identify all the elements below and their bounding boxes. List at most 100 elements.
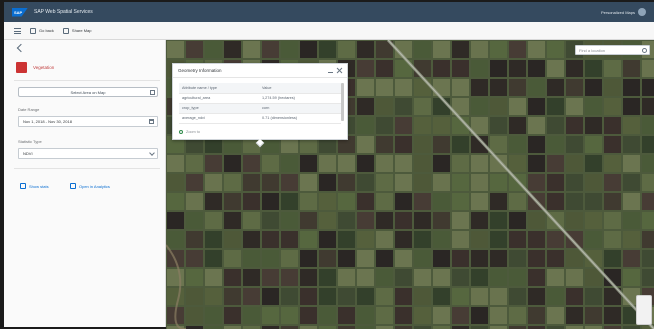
field-parcel [167,193,184,210]
field-parcel [243,231,260,248]
map-controls[interactable] [636,295,652,325]
field-parcel [433,117,450,134]
field-parcel [395,231,412,248]
zoom-to-link[interactable]: Zoom to [179,130,200,134]
field-parcel [357,41,374,58]
statistic-type-select[interactable]: NDVI [18,148,158,159]
field-parcel [224,307,241,324]
go-back-button[interactable]: Go back [30,27,54,34]
field-parcel [452,269,469,286]
field-parcel [414,250,431,267]
layer-item[interactable]: Vegetation [16,62,54,73]
field-parcel [395,212,412,229]
field-parcel [357,307,374,324]
field-parcel [490,174,507,191]
field-parcel [547,117,564,134]
field-parcel [376,174,393,191]
field-parcel [433,174,450,191]
field-parcel [604,193,621,210]
field-parcel [452,193,469,210]
field-parcel [300,212,317,229]
field-parcel [623,269,640,286]
field-parcel [167,212,184,229]
search-icon[interactable] [642,48,647,53]
avatar[interactable] [638,8,646,16]
field-parcel [300,174,317,191]
field-parcel [186,212,203,229]
field-parcel [471,288,488,305]
polygon-icon [150,90,155,95]
field-parcel [357,174,374,191]
field-parcel [186,288,203,305]
field-parcel [319,231,336,248]
field-parcel [604,174,621,191]
select-area-button[interactable]: Select Area on Map [18,87,158,97]
field-parcel [186,231,203,248]
menu-icon[interactable] [14,27,21,34]
field-parcel [490,155,507,172]
open-analytics-link[interactable]: Open in Analytics [70,183,110,189]
field-parcel [547,193,564,210]
close-icon[interactable] [337,68,342,73]
field-parcel [452,250,469,267]
show-stats-link[interactable]: Show stats [20,183,49,189]
attribute-key: average_ndvi [179,113,259,124]
field-parcel [623,231,640,248]
toolbar: Go back Share Map [4,22,654,40]
field-parcel [376,231,393,248]
field-parcel [604,79,621,96]
field-parcel [281,250,298,267]
field-parcel [186,174,203,191]
field-parcel [224,174,241,191]
share-map-button[interactable]: Share Map [62,27,91,34]
field-parcel [452,212,469,229]
sap-logo[interactable]: SAP [12,7,28,17]
field-parcel [490,98,507,115]
field-parcel [338,250,355,267]
field-parcel [604,98,621,115]
field-parcel [205,231,222,248]
minimize-icon[interactable] [328,68,333,73]
field-parcel [642,231,654,248]
field-parcel [338,174,355,191]
statistic-type-label: Statistic Type [18,139,42,144]
date-range-field[interactable]: Nov 1, 2018 - Nov 30, 2018 [18,116,158,127]
field-parcel [528,79,545,96]
field-parcel [433,288,450,305]
attribute-table: Attribute name / type Value agricultural… [179,83,341,124]
field-parcel [585,288,602,305]
field-parcel [604,307,621,324]
field-parcel [433,136,450,153]
field-parcel [357,231,374,248]
field-parcel [547,174,564,191]
field-parcel [604,136,621,153]
field-parcel [509,117,526,134]
field-parcel [338,41,355,58]
popup-scrollbar[interactable] [341,83,344,121]
go-back-label: Go back [39,28,54,33]
field-parcel [490,117,507,134]
field-parcel [243,155,260,172]
field-parcel [281,155,298,172]
external-link-icon [70,183,76,189]
field-parcel [528,136,545,153]
field-parcel [319,269,336,286]
user-menu[interactable]: Personalized Maps [601,8,646,16]
map-search-input[interactable]: Find a location [575,45,650,55]
field-parcel [566,288,583,305]
table-row: crop_type corn [179,103,341,114]
field-parcel [224,250,241,267]
field-parcel [490,212,507,229]
field-parcel [357,269,374,286]
field-parcel [566,136,583,153]
calendar-icon[interactable] [149,119,154,124]
field-parcel [509,193,526,210]
field-parcel [186,307,203,324]
field-parcel [262,250,279,267]
field-parcel [243,193,260,210]
field-parcel [300,231,317,248]
field-parcel [623,174,640,191]
field-parcel [509,307,526,324]
chevron-left-icon[interactable] [16,43,26,53]
field-parcel [604,212,621,229]
